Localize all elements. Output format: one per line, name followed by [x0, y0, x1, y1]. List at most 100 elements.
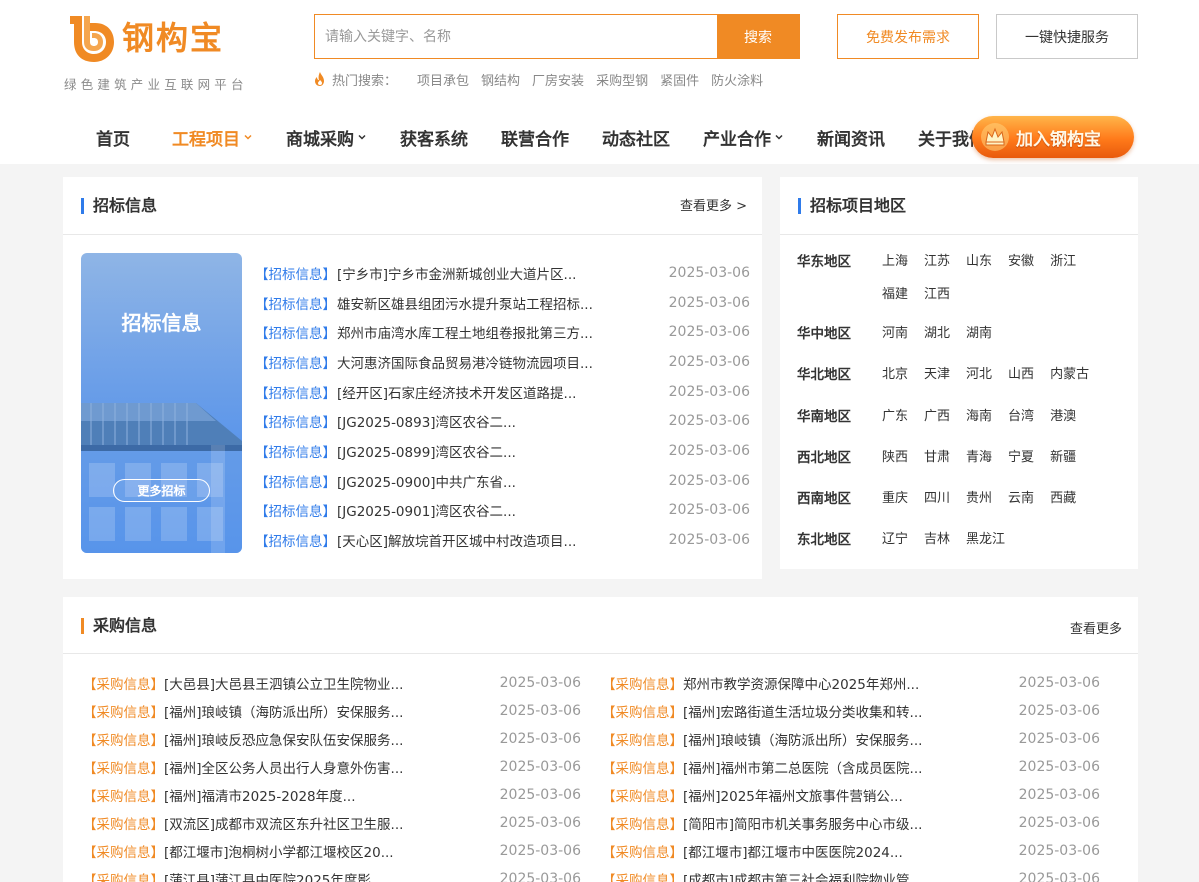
join-banner[interactable]: 加入钢构宝	[972, 116, 1134, 158]
hot-search-item[interactable]: 防火涂料	[711, 70, 763, 89]
search-button[interactable]: 搜索	[717, 15, 799, 58]
publish-request-button[interactable]: 免费发布需求	[837, 14, 979, 59]
city-link[interactable]: 湖北	[924, 323, 950, 345]
list-item[interactable]: 【招标信息】 雄安新区雄县组团污水提升泵站工程招标... 2025-03-06	[255, 288, 750, 318]
search-input[interactable]	[315, 15, 717, 58]
item-title: [福州]琅岐镇（海防派出所）安保服务...	[164, 705, 404, 721]
city-link[interactable]: 青海	[966, 447, 992, 469]
item-tag: 【采购信息】	[602, 733, 683, 749]
item-tag: 【采购信息】	[83, 733, 164, 749]
list-item[interactable]: 【采购信息】 [成都市]成都市第三社会福利院物业管... 2025-03-06	[602, 865, 1102, 882]
city-link[interactable]: 云南	[1008, 488, 1034, 510]
item-date: 2025-03-06	[499, 675, 581, 691]
region-cities: 重庆 四川 贵州 云南 西藏	[882, 488, 1127, 521]
list-item[interactable]: 【采购信息】 [福州]琅岐镇（海防派出所）安保服务... 2025-03-06	[83, 697, 583, 725]
city-link[interactable]: 浙江	[1050, 251, 1076, 273]
city-link[interactable]: 台湾	[1008, 406, 1034, 428]
nav-item-community[interactable]: 动态社区	[602, 114, 670, 160]
city-link[interactable]: 吉林	[924, 529, 950, 551]
list-item[interactable]: 【采购信息】 [都江堰市]都江堰市中医医院2024... 2025-03-06	[602, 837, 1102, 865]
bidding-banner[interactable]: 招标信息 更多招标	[81, 253, 242, 553]
nav-item-projects[interactable]: 工程项目	[172, 114, 253, 160]
city-link[interactable]: 内蒙古	[1050, 364, 1089, 386]
city-link[interactable]: 港澳	[1050, 406, 1076, 428]
site-logo[interactable]: 钢构宝 绿色建筑产业互联网平台	[64, 10, 264, 95]
nav-item-leads[interactable]: 获客系统	[400, 114, 468, 160]
item-date: 2025-03-06	[668, 502, 750, 519]
city-link[interactable]: 江苏	[924, 251, 950, 273]
hot-search-item[interactable]: 项目承包	[417, 70, 469, 89]
list-item[interactable]: 【招标信息】 郑州市庙湾水库工程土地组卷报批第三方... 2025-03-06	[255, 317, 750, 347]
city-link[interactable]: 西藏	[1050, 488, 1076, 510]
city-link[interactable]: 贵州	[966, 488, 992, 510]
more-bidding-button[interactable]: 更多招标	[113, 479, 210, 502]
nav-item-mall[interactable]: 商城采购	[286, 114, 367, 160]
list-item[interactable]: 【招标信息】 [经开区]石家庄经济技术开发区道路提... 2025-03-06	[255, 377, 750, 407]
nav-item-joint[interactable]: 联营合作	[501, 114, 569, 160]
quick-service-button[interactable]: 一键快捷服务	[996, 14, 1138, 59]
city-link[interactable]: 陕西	[882, 447, 908, 469]
hot-search-item[interactable]: 紧固件	[660, 70, 699, 89]
nav-item-industry[interactable]: 产业合作	[703, 114, 784, 160]
nav-item-news[interactable]: 新闻资讯	[817, 114, 885, 160]
list-item[interactable]: 【招标信息】 [JG2025-0900]中共广东省... 2025-03-06	[255, 466, 750, 496]
city-link[interactable]: 天津	[924, 364, 950, 386]
list-item[interactable]: 【采购信息】 [福州]琅岐镇（海防派出所）安保服务... 2025-03-06	[602, 725, 1102, 753]
city-link[interactable]: 重庆	[882, 488, 908, 510]
city-link[interactable]: 甘肃	[924, 447, 950, 469]
list-item[interactable]: 【采购信息】 [福州]2025年福州文旅事件营销公... 2025-03-06	[602, 781, 1102, 809]
purchase-more-link[interactable]: 查看更多	[1070, 618, 1122, 637]
list-item[interactable]: 【采购信息】 [福州]全区公务人员出行人身意外伤害... 2025-03-06	[83, 753, 583, 781]
divider	[63, 653, 1138, 654]
city-link[interactable]: 河北	[966, 364, 992, 386]
list-item[interactable]: 【采购信息】 [简阳市]简阳市机关事务服务中心市级... 2025-03-06	[602, 809, 1102, 837]
city-link[interactable]: 新疆	[1050, 447, 1076, 469]
list-item[interactable]: 【采购信息】 郑州市教学资源保障中心2025年郑州... 2025-03-06	[602, 669, 1102, 697]
list-item[interactable]: 【采购信息】 [大邑县]大邑县王泗镇公立卫生院物业... 2025-03-06	[83, 669, 583, 697]
hot-search-item[interactable]: 厂房安装	[532, 70, 584, 89]
city-link[interactable]: 湖南	[966, 323, 992, 345]
list-item[interactable]: 【采购信息】 [福州]琅岐反恐应急保安队伍安保服务... 2025-03-06	[83, 725, 583, 753]
item-title: 雄安新区雄县组团污水提升泵站工程招标...	[337, 296, 593, 313]
city-link[interactable]: 河南	[882, 323, 908, 345]
list-item[interactable]: 【采购信息】 [蒲江县]蒲江县中医院2025年度影... 2025-03-06	[83, 865, 583, 882]
purchase-title: 采购信息	[81, 615, 157, 637]
list-item[interactable]: 【采购信息】 [双流区]成都市双流区东升社区卫生服... 2025-03-06	[83, 809, 583, 837]
item-title: 郑州市教学资源保障中心2025年郑州...	[683, 677, 920, 693]
list-item[interactable]: 【招标信息】 [JG2025-0893]湾区农谷二... 2025-03-06	[255, 406, 750, 436]
city-link[interactable]: 四川	[924, 488, 950, 510]
list-item[interactable]: 【招标信息】 [JG2025-0901]湾区农谷二... 2025-03-06	[255, 496, 750, 526]
item-title: [简阳市]简阳市机关事务服务中心市级...	[683, 817, 923, 833]
city-link[interactable]: 上海	[882, 251, 908, 273]
list-item[interactable]: 【采购信息】 [福州]宏路街道生活垃圾分类收集和转... 2025-03-06	[602, 697, 1102, 725]
city-link[interactable]: 宁夏	[1008, 447, 1034, 469]
hot-search-item[interactable]: 钢结构	[481, 70, 520, 89]
item-date: 2025-03-06	[668, 324, 750, 341]
item-date: 2025-03-06	[1018, 843, 1100, 859]
hot-search-item[interactable]: 采购型钢	[596, 70, 648, 89]
list-item[interactable]: 【采购信息】 [都江堰市]泡桐树小学都江堰校区20... 2025-03-06	[83, 837, 583, 865]
city-link[interactable]: 广东	[882, 406, 908, 428]
list-item[interactable]: 【招标信息】 [JG2025-0899]湾区农谷二... 2025-03-06	[255, 436, 750, 466]
list-item[interactable]: 【采购信息】 [福州]福清市2025-2028年度... 2025-03-06	[83, 781, 583, 809]
city-link[interactable]: 安徽	[1008, 251, 1034, 273]
item-date: 2025-03-06	[1018, 787, 1100, 803]
item-tag: 【采购信息】	[602, 845, 683, 861]
city-link[interactable]: 海南	[966, 406, 992, 428]
item-tag: 【招标信息】	[255, 444, 336, 461]
city-link[interactable]: 山东	[966, 251, 992, 273]
city-link[interactable]: 江西	[924, 284, 950, 306]
list-item[interactable]: 【采购信息】 [福州]福州市第二总医院（含成员医院... 2025-03-06	[602, 753, 1102, 781]
item-date: 2025-03-06	[499, 843, 581, 859]
list-item[interactable]: 【招标信息】 [宁乡市]宁乡市金洲新城创业大道片区... 2025-03-06	[255, 258, 750, 288]
city-link[interactable]: 福建	[882, 284, 908, 306]
list-item[interactable]: 【招标信息】 大河惠济国际食品贸易港冷链物流园项目... 2025-03-06	[255, 347, 750, 377]
city-link[interactable]: 山西	[1008, 364, 1034, 386]
city-link[interactable]: 广西	[924, 406, 950, 428]
city-link[interactable]: 黑龙江	[966, 529, 1005, 551]
city-link[interactable]: 辽宁	[882, 529, 908, 551]
bidding-more-link[interactable]: 查看更多 >	[680, 195, 747, 214]
list-item[interactable]: 【招标信息】 [天心区]解放垸首开区城中村改造项目... 2025-03-06	[255, 525, 750, 555]
city-link[interactable]: 北京	[882, 364, 908, 386]
nav-item-home[interactable]: 首页	[96, 114, 130, 160]
